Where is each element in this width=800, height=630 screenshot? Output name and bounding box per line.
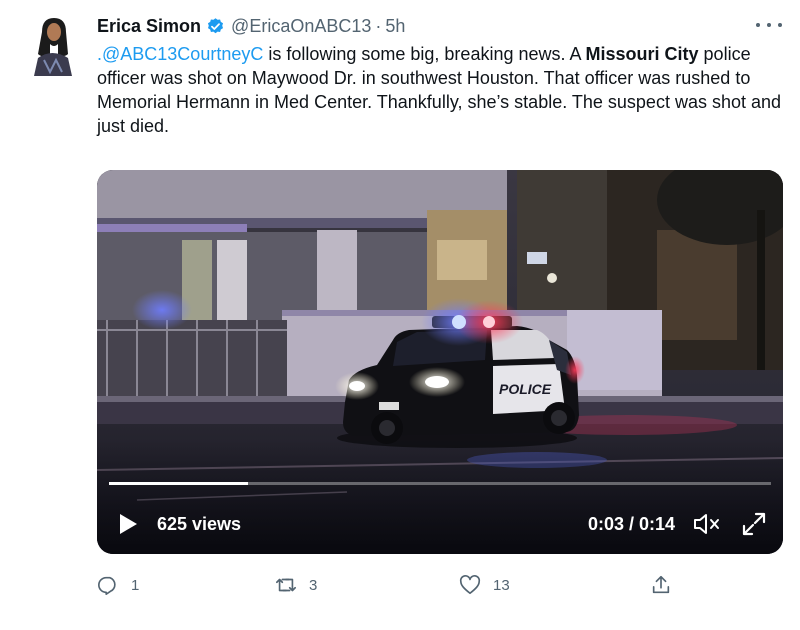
share-button[interactable]	[650, 574, 672, 596]
avatar[interactable]	[28, 14, 76, 76]
video-player[interactable]: POLICE 625 views 0:03 / 0:14	[97, 170, 783, 554]
like-count: 13	[493, 576, 510, 594]
avatar-image	[28, 14, 76, 76]
video-progress-fill	[109, 482, 249, 485]
tweet-text: .@ABC13CourtneyC is following some big, …	[97, 42, 787, 138]
play-icon[interactable]	[117, 513, 139, 535]
tweet-text-bold: Missouri City	[585, 44, 699, 64]
author-name[interactable]: Erica Simon	[97, 16, 201, 37]
view-count: 625 views	[157, 514, 242, 534]
tweet-header: Erica Simon @EricaOnABC13 · 5h	[97, 14, 405, 38]
more-dots-icon[interactable]	[756, 16, 782, 34]
fullscreen-icon[interactable]	[741, 511, 767, 537]
video-progress-bar[interactable]	[109, 482, 771, 485]
like-button[interactable]: 13	[459, 574, 510, 596]
car-police-text: POLICE	[499, 381, 552, 397]
header-separator: ·	[375, 15, 382, 36]
tweet-actions: 1 3 13	[97, 574, 677, 600]
muted-speaker-icon[interactable]	[693, 512, 721, 536]
reply-count: 1	[131, 576, 140, 594]
heart-icon	[459, 575, 481, 595]
reply-icon	[98, 576, 116, 595]
reply-button[interactable]: 1	[97, 574, 139, 596]
share-icon	[652, 575, 670, 594]
verified-badge-icon	[206, 17, 225, 36]
retweet-icon	[276, 578, 296, 592]
retweet-count: 3	[309, 576, 318, 594]
timestamp[interactable]: 5h	[385, 16, 405, 37]
retweet-button[interactable]: 3	[275, 574, 317, 596]
tweet-text-part1: is following some big, breaking news. A	[263, 44, 586, 64]
video-frame: POLICE	[97, 170, 783, 554]
video-time: 0:03 / 0:14	[587, 514, 675, 534]
mention-link[interactable]: .@ABC13CourtneyC	[97, 44, 263, 64]
author-handle[interactable]: @EricaOnABC13	[231, 16, 371, 37]
